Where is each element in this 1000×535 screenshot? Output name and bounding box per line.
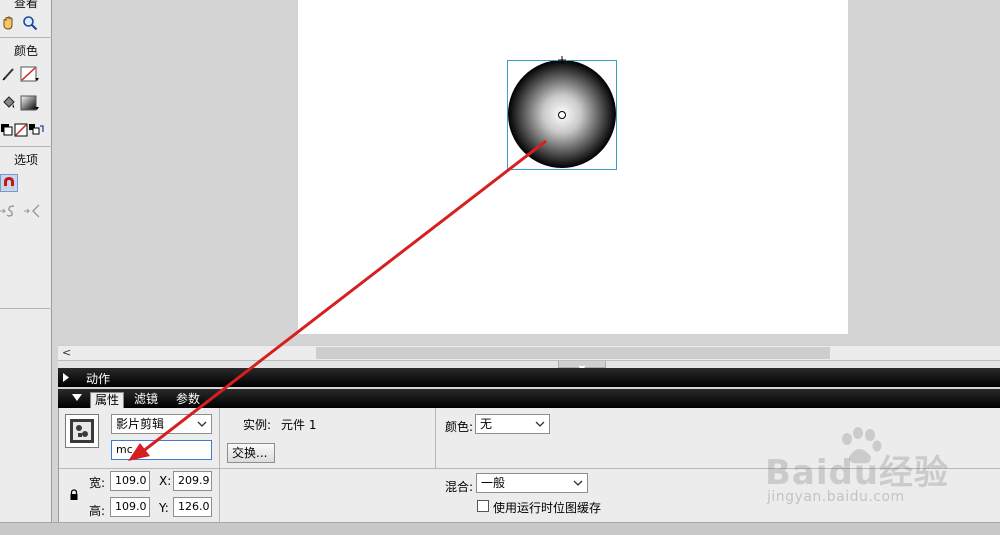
swap-colors-icon [29, 124, 44, 135]
properties-panel-header: 属性 滤镜 参数 [58, 389, 1000, 408]
chevron-down-icon [573, 480, 583, 486]
scroll-left-arrow-icon[interactable]: < [62, 346, 71, 359]
instance-name-value: mc [116, 443, 133, 456]
tools-divider [0, 146, 52, 147]
bitmap-cache-checkbox[interactable] [477, 500, 489, 512]
hand-tool[interactable] [0, 14, 18, 32]
color-effect-label: 颜色: [445, 420, 474, 434]
tools-divider [0, 37, 52, 38]
fill-color-swatch[interactable] [19, 94, 40, 112]
blend-mode-value: 一般 [481, 476, 506, 490]
tab-properties[interactable]: 属性 [90, 392, 125, 408]
collapse-triangle-icon[interactable] [72, 394, 82, 402]
movie-clip-icon [70, 419, 94, 443]
instance-of-label: 实例: [243, 418, 272, 432]
blend-label: 混合: [445, 480, 474, 494]
paint-bucket-icon [3, 96, 15, 108]
x-label: X: [159, 474, 172, 488]
height-label: 高: [89, 504, 106, 518]
straighten-icon [24, 204, 40, 218]
watermark-url: jingyan.baidu.com [767, 489, 905, 505]
width-input[interactable]: 109.0 [110, 471, 150, 491]
tools-panel: 查看 颜色 选项 [0, 0, 52, 522]
actions-panel-title: 动作 [86, 372, 111, 386]
stage-area [58, 0, 1000, 345]
color-effect-value: 无 [480, 417, 493, 431]
height-value: 109.0 [115, 500, 147, 513]
magnifier-icon [23, 16, 38, 31]
watermark-text: Baidu经验 [765, 453, 950, 493]
x-value: 209.9 [178, 474, 210, 487]
horizontal-scrollbar[interactable]: < [58, 345, 1000, 360]
options-section-label: 选项 [13, 153, 38, 167]
color-effect-select[interactable]: 无 [475, 414, 550, 434]
panel-splitter[interactable] [58, 360, 1000, 370]
section-divider [435, 408, 436, 468]
chevron-down-icon [535, 421, 545, 427]
smooth-icon [0, 205, 15, 217]
instance-name-input[interactable]: mc [111, 440, 212, 460]
no-color-icon [14, 123, 28, 137]
smooth-tool[interactable] [0, 202, 20, 220]
lock-icon[interactable] [69, 489, 79, 501]
stage-canvas[interactable] [298, 0, 848, 334]
tools-divider [0, 308, 52, 309]
width-value: 109.0 [115, 474, 147, 487]
swap-button[interactable]: 交换... [227, 443, 275, 463]
magnet-icon [4, 177, 14, 189]
tab-parameters[interactable]: 参数 [172, 392, 204, 408]
expand-triangle-icon [63, 373, 69, 382]
instance-of-value: 元件 1 [281, 418, 317, 432]
blend-mode-select[interactable]: 一般 [476, 473, 588, 493]
status-strip [0, 522, 1000, 535]
chevron-down-icon [197, 421, 207, 427]
y-value: 126.0 [178, 500, 210, 513]
watermark: Baidu经验 jingyan.baidu.com [765, 425, 995, 520]
splitter-handle[interactable] [558, 361, 606, 370]
section-divider [219, 408, 220, 468]
swap-colors-tool[interactable] [27, 121, 45, 139]
x-input[interactable]: 209.9 [173, 471, 212, 491]
symbol-type-value: 影片剪辑 [116, 417, 165, 431]
zoom-tool[interactable] [21, 14, 39, 32]
symbol-type-icon-box [65, 414, 99, 448]
hand-icon [3, 16, 13, 30]
tab-filters[interactable]: 滤镜 [130, 392, 162, 408]
pencil-icon [2, 68, 14, 81]
y-input[interactable]: 126.0 [173, 497, 212, 517]
actions-panel-header[interactable]: 动作 [58, 368, 1000, 387]
straighten-tool[interactable] [22, 202, 44, 220]
gradient-swatch-icon [20, 95, 39, 110]
snap-to-objects-tool[interactable] [0, 174, 18, 192]
width-label: 宽: [89, 476, 106, 490]
stroke-color-swatch[interactable] [19, 65, 40, 83]
y-label: Y: [159, 501, 169, 515]
height-input[interactable]: 109.0 [110, 497, 150, 517]
no-color-swatch-icon [20, 66, 39, 81]
section-divider [219, 468, 220, 522]
symbol-type-select[interactable]: 影片剪辑 [111, 414, 212, 434]
fill-color-tool[interactable] [0, 94, 18, 112]
stroke-color-tool[interactable] [0, 65, 18, 83]
color-section-label: 颜色 [13, 44, 38, 58]
scroll-thumb[interactable] [316, 347, 830, 359]
bitmap-cache-label: 使用运行时位图缓存 [493, 501, 602, 515]
view-section-label: 查看 [13, 0, 38, 10]
